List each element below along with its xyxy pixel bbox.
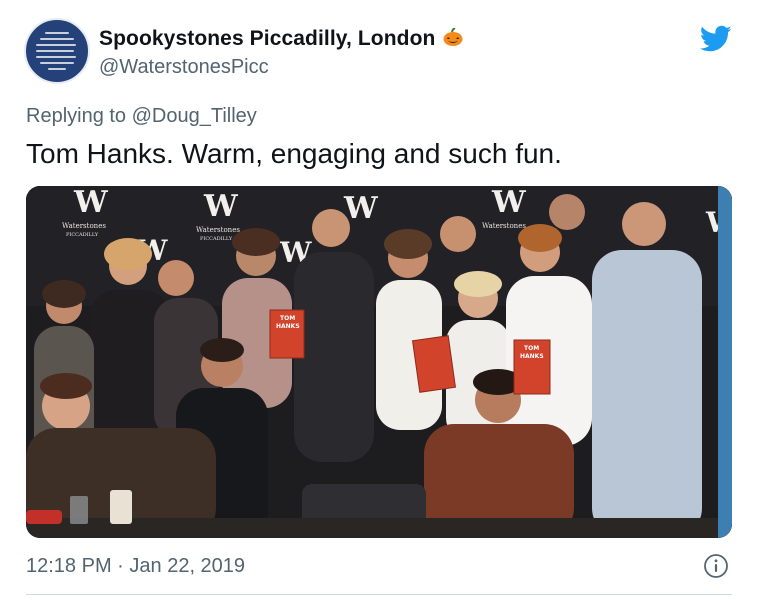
book-signing-photo: W W W W W W W Waterstones Waterstones Wa… [26,186,732,538]
bottom-divider [26,594,732,595]
book-3-title-1: TOM [524,345,539,352]
waterstones-avatar[interactable] [24,18,90,84]
tweet-card: Spookystones Piccadilly, London @Waterst… [0,0,758,602]
display-name[interactable]: Spookystones Piccadilly, London [99,27,463,51]
user-handle[interactable]: @WaterstonesPicc [99,56,269,79]
tweet-text: Tom Hanks. Warm, engaging and such fun. [26,138,562,169]
backdrop-brand-3: Waterstones [482,222,526,230]
backdrop-store-2: PICCADILLY [200,236,233,242]
book-1-title-1: TOM [280,315,295,322]
replying-to-mention[interactable]: @Doug_Tilley [132,105,257,127]
info-icon[interactable] [703,553,729,579]
tweet-photo[interactable]: W W W W W W W Waterstones Waterstones Wa… [26,186,732,538]
tweet-time: 12:18 PM [26,555,112,577]
tweet-timestamp[interactable]: 12:18 PM · Jan 22, 2019 [26,555,245,578]
backdrop-brand-1: Waterstones [62,222,106,230]
avatar-text-art [36,32,78,70]
tweet-date: Jan 22, 2019 [129,555,246,577]
backdrop-brand-2: Waterstones [196,226,240,234]
pumpkin-icon [443,28,463,46]
backdrop-w-1: W [73,186,109,220]
book-1-title-2: HANKS [276,323,300,330]
replying-prefix: Replying to [26,105,132,127]
display-name-text: Spookystones Piccadilly, London [99,27,436,50]
backdrop-w-4: W [491,186,527,220]
twitter-bird-icon[interactable] [700,25,732,53]
book-3-title-2: HANKS [520,353,544,360]
replying-to-line: Replying to @Doug_Tilley [26,105,257,128]
backdrop-w-2: W [203,189,239,224]
backdrop-store-1: PICCADILLY [66,232,99,238]
timestamp-separator: · [111,555,130,577]
